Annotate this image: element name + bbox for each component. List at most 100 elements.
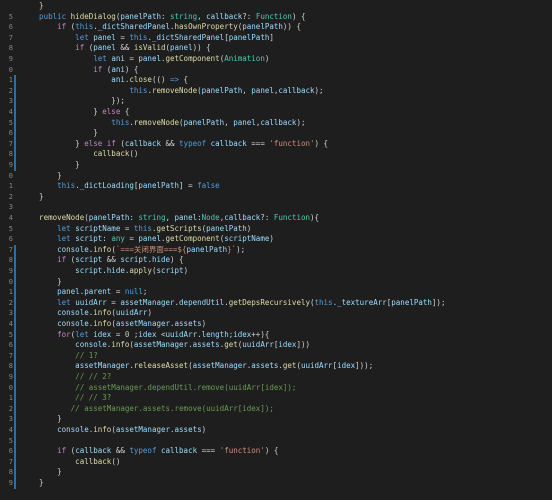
modified-line-marker — [14, 340, 16, 351]
code-line[interactable]: 3 } — [0, 414, 552, 425]
code-line[interactable]: 9 script.hide.apply(script) — [0, 266, 552, 277]
code-line[interactable]: 8 assetManager.releaseAsset(assetManager… — [0, 361, 552, 372]
code-line[interactable]: 2 // assetManager.assets.remove(uuidArr[… — [0, 403, 552, 415]
line-number: 7 — [8, 351, 13, 360]
code-line[interactable]: 9 // // 2? — [0, 372, 552, 383]
code-line[interactable]: 7 // 1? — [0, 350, 552, 362]
code-line[interactable]: 7 callback() — [0, 456, 552, 468]
code-text: if (callback && typeof callback === 'fun… — [21, 446, 278, 457]
code-line[interactable]: 5 for(let idex = 0 ;idex <uuidArr.length… — [0, 329, 552, 341]
code-text: callback() — [21, 457, 120, 468]
code-token: && — [111, 446, 130, 456]
code-line[interactable]: 4 removeNode(panelPath: string, panel:No… — [0, 213, 552, 224]
code-token: // 1? — [21, 350, 98, 360]
code-token: console — [21, 340, 107, 350]
code-line[interactable]: 8 if (panel && isValid(panel)) { — [0, 43, 552, 54]
code-token: if — [21, 22, 71, 32]
code-line[interactable]: 3 console.info(uuidArr) — [0, 308, 552, 319]
code-token: console — [21, 319, 89, 328]
code-token: ) — [201, 425, 207, 434]
code-token: } — [21, 170, 62, 180]
code-token: === — [246, 138, 270, 148]
code-line[interactable]: 6 } — [0, 128, 552, 139]
code-text: console.info(assetManager.assets.get(uui… — [21, 340, 310, 351]
code-token: panelPath — [120, 11, 161, 21]
code-token: = — [120, 223, 134, 233]
line-number: 4 — [8, 108, 13, 116]
code-line[interactable]: 5 this.removeNode(panelPath, panel,callb… — [0, 117, 552, 129]
code-token: null — [124, 287, 143, 297]
code-line[interactable]: } — [0, 1, 552, 12]
code-token: ] = — [179, 181, 198, 191]
code-line[interactable]: 0 } — [0, 171, 552, 182]
code-line[interactable]: 9 let ani = panel.getComponent(Animation… — [0, 54, 552, 65]
code-line[interactable]: 1 ani.close(() => { — [0, 75, 552, 86]
code-token: { — [179, 75, 189, 85]
code-line[interactable]: 9 } — [0, 478, 552, 489]
line-number: 6 — [8, 23, 13, 32]
code-token: ) — [264, 54, 270, 63]
code-line[interactable]: 5 public hideDialog(panelPath: string, c… — [0, 12, 552, 23]
code-token: assetManager — [192, 361, 247, 371]
code-line[interactable]: 8 } — [0, 467, 552, 478]
code-token: callback — [21, 456, 112, 466]
code-line[interactable]: 2 this.removeNode(panelPath, panel,callb… — [0, 85, 552, 97]
code-token: callback — [278, 85, 315, 95]
code-line[interactable]: 8 if (script && script.hide) { — [0, 255, 552, 266]
code-token: idex — [138, 329, 157, 339]
code-token: scriptName — [75, 223, 121, 233]
code-line[interactable]: 3 }); — [0, 96, 552, 107]
code-token: parent — [84, 287, 112, 297]
code-line[interactable]: 4 console.info(assetManager.assets) — [0, 319, 552, 330]
code-line[interactable]: 4 } else { — [0, 107, 552, 118]
code-line[interactable]: 0 // assetManager.dependUtil.remove(uuid… — [0, 382, 552, 394]
code-token: , — [224, 117, 234, 127]
code-text: console.info(assetManager.assets) — [21, 425, 206, 436]
code-line[interactable]: 7 } else if (callback && typeof callback… — [0, 138, 552, 150]
code-token: ani — [111, 54, 125, 63]
code-line[interactable]: 1 panel.parent = null; — [0, 287, 552, 298]
line-number: 8 — [8, 44, 13, 53]
code-line[interactable]: 9 } — [0, 160, 552, 171]
code-text: console.info(`===关闭界面===${panelPath}`); — [21, 245, 245, 256]
code-line[interactable]: 4 console.info(assetManager.assets) — [0, 425, 552, 436]
code-line[interactable]: 6 if (callback && typeof callback === 'f… — [0, 446, 552, 457]
code-token: Function — [273, 213, 310, 222]
code-line[interactable]: 6 console.info(assetManager.assets.get(u… — [0, 340, 552, 351]
code-line[interactable]: 2 let uuidArr = assetManager.dependUtil.… — [0, 297, 552, 309]
code-token: : — [102, 234, 112, 244]
code-text: if (ani) { — [21, 65, 138, 76]
code-editor[interactable]: } 5 public hideDialog(panelPath: string, … — [0, 0, 552, 500]
code-line[interactable]: 6 let script: any = panel.getComponent(s… — [0, 234, 552, 245]
code-line[interactable]: 1 this._dictLoading[panelPath] = false — [0, 181, 552, 192]
code-token: panel — [93, 32, 116, 42]
code-token: => — [170, 75, 180, 85]
code-line[interactable]: 5 — [0, 435, 552, 447]
code-text: // // 3? — [21, 393, 111, 404]
code-token: ] — [269, 32, 274, 42]
code-line[interactable]: 7 let panel = this._dictSharedPanel[pane… — [0, 33, 552, 44]
code-text: console.info(uuidArr) — [21, 308, 152, 319]
code-line[interactable]: 8 callback() — [0, 149, 552, 160]
code-token: this — [133, 223, 152, 233]
code-token: _dictLoading — [79, 181, 134, 191]
line-number: 9 — [8, 55, 13, 63]
code-token: (() — [151, 75, 171, 85]
code-line[interactable]: 6 if (this._dictSharedPanel.hasOwnProper… — [0, 22, 552, 33]
code-line[interactable]: 5 let scriptName = this.getScripts(panel… — [0, 224, 552, 235]
code-token: hideDialog — [70, 11, 116, 21]
modified-line-marker — [14, 85, 16, 97]
code-token: isValid — [133, 43, 166, 53]
code-token: let — [21, 297, 76, 307]
code-token: callback — [260, 117, 297, 127]
code-line[interactable]: 2 } — [0, 192, 552, 203]
code-line[interactable]: 0 if (ani) { — [0, 65, 552, 76]
code-line[interactable]: 1 // // 3? — [0, 393, 552, 404]
code-line[interactable]: 3 — [0, 202, 552, 213]
code-line[interactable]: 0 } — [0, 276, 552, 288]
code-token: // // 2? — [21, 372, 112, 381]
code-line[interactable]: 7 console.info(`===关闭界面===${panelPath}`)… — [0, 244, 552, 256]
code-token: console — [21, 244, 89, 254]
code-token: hide — [151, 255, 171, 265]
code-token: Animation — [224, 54, 265, 63]
